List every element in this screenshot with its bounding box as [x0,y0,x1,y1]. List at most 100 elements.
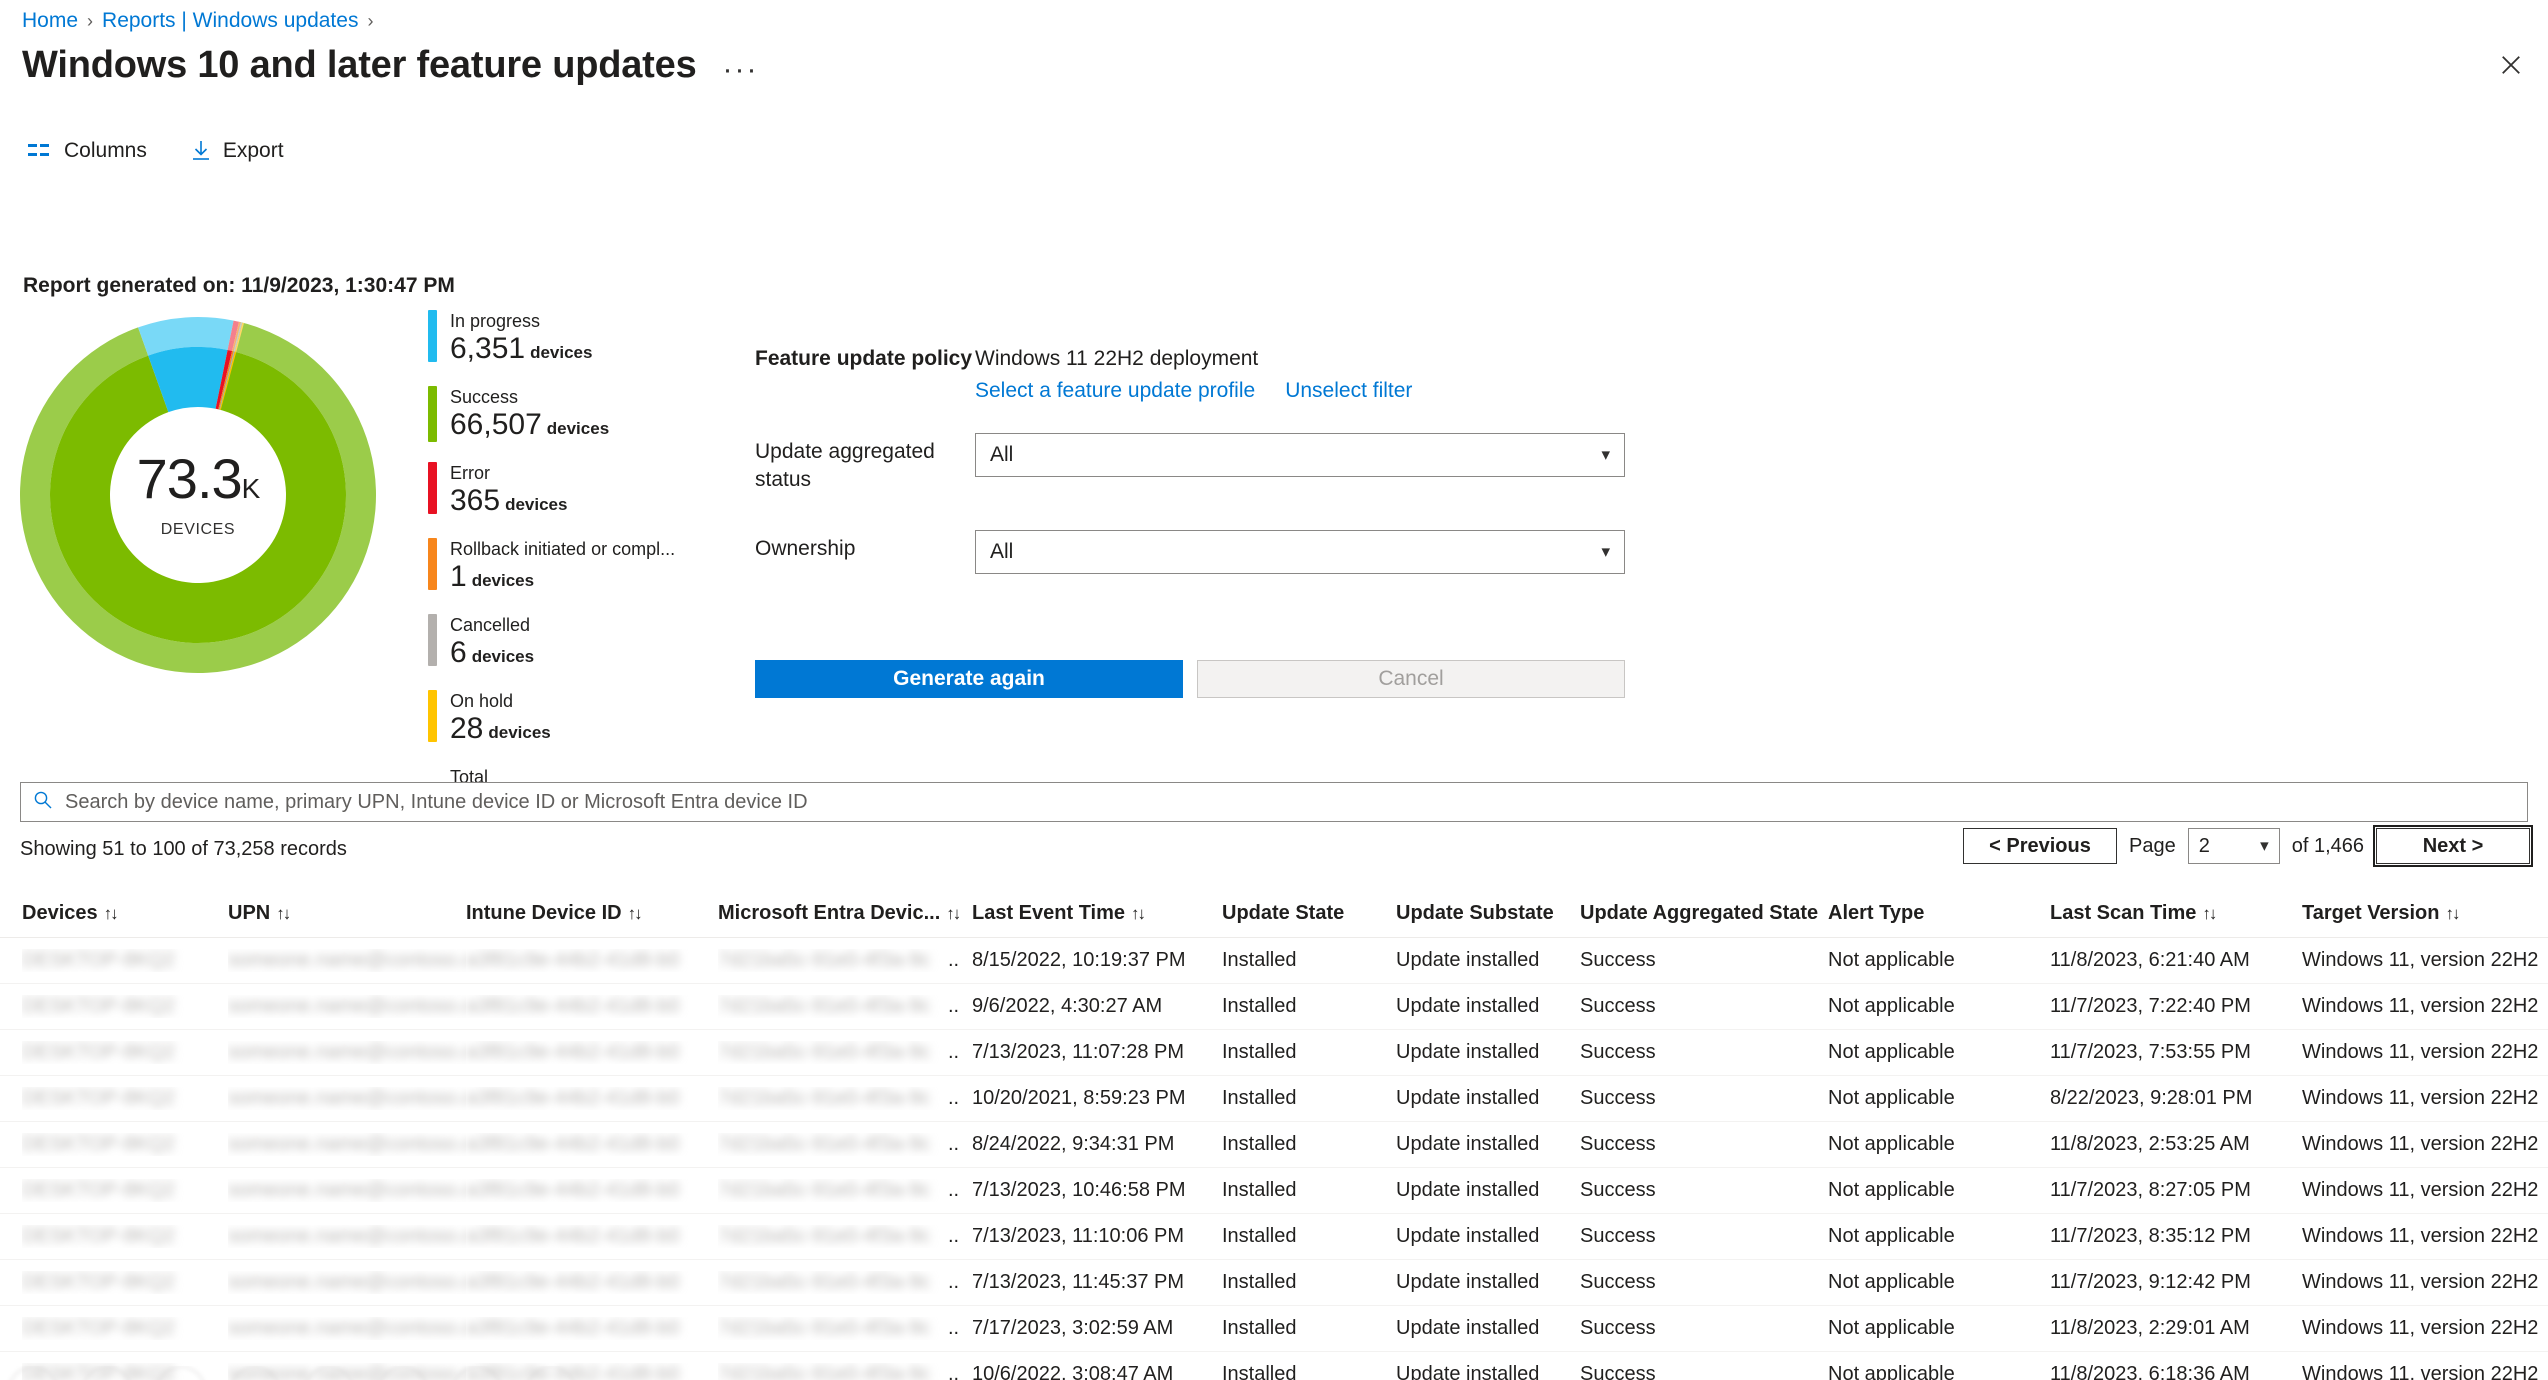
column-header-target-version[interactable]: Target Version ↑↓ [2302,902,2548,925]
cell-truncation-marker: .. [948,1317,960,1339]
device-status-donut-chart: 73.3K DEVICES [18,310,378,680]
cell-update-state: Installed [1222,1179,1297,1201]
search-input[interactable] [63,789,2515,815]
cell-upn: someone.name@contoso.com [228,1317,466,1339]
next-page-button[interactable]: Next > [2373,825,2533,867]
legend-item-in-progress[interactable]: In progress 6,351 devices [428,310,728,370]
cell-target-version: Windows 11, version 22H2 [2302,1179,2539,1201]
table-row[interactable]: DESKTOP-8KQ2 someone.name@contoso.coma3f8… [0,1076,2548,1122]
cell-update-substate: Update installed [1396,1271,1540,1293]
cell-update-state: Installed [1222,1225,1297,1247]
filter-label-policy: Feature update policy [755,347,973,370]
sort-icon: ↑↓ [2445,903,2460,923]
column-header-entra-device-id[interactable]: Microsoft Entra Devic... ↑↓ [718,902,972,925]
close-button[interactable] [2494,48,2528,82]
column-header-devices[interactable]: Devices ↑↓ [22,902,228,925]
taskbar-icon [452,1366,502,1380]
legend-swatch-on-hold [428,690,437,742]
breadcrumb-item-home[interactable]: Home [22,8,78,34]
cell-intune-device-id: a3f81c9e-44b2-41d8-b0 [466,1087,680,1109]
cell-upn: someone.name@contoso.com [228,1133,466,1155]
cell-entra-device-id: 7d21ba5c-91e0-4f3a-9c [718,1087,931,1109]
report-page: Home › Reports | Windows updates › Windo… [0,0,2548,1380]
unselect-filter-link[interactable]: Unselect filter [1285,379,1412,403]
page-number-dropdown[interactable]: 2 ▾ [2187,828,2280,864]
legend-label-error: Error [450,463,490,483]
cell-target-version: Windows 11, version 22H2 [2302,1271,2539,1293]
column-header-intune-device-id[interactable]: Intune Device ID ↑↓ [466,902,718,925]
previous-page-button[interactable]: < Previous [1962,828,2117,864]
cell-target-version: Windows 11, version 22H2 [2302,949,2539,971]
more-options-button[interactable]: ··· [723,50,759,85]
table-row[interactable]: DESKTOP-8KQ2 someone.name@contoso.coma3f8… [0,938,2548,984]
legend-item-cancelled[interactable]: Cancelled 6 devices [428,614,728,674]
cell-update-aggregated-state: Success [1580,949,1656,971]
cell-truncation-marker: .. [948,995,960,1017]
table-row[interactable]: DESKTOP-8KQ2 someone.name@contoso.coma3f8… [0,984,2548,1030]
column-header-last-scan-time[interactable]: Last Scan Time ↑↓ [2050,902,2302,925]
cell-alert-type: Not applicable [1828,1133,1955,1155]
update-aggregated-status-dropdown[interactable]: All ▾ [975,433,1625,477]
cell-intune-device-id: a3f81c9e-44b2-41d8-b0 [466,1133,680,1155]
legend-label-in-progress: In progress [450,311,541,331]
cell-alert-type: Not applicable [1828,1179,1955,1201]
select-feature-update-profile-link[interactable]: Select a feature update profile [975,379,1255,403]
column-header-last-event-time[interactable]: Last Event Time ↑↓ [972,902,1222,925]
cell-last-scan-time: 11/8/2023, 2:53:25 AM [2050,1133,2250,1155]
cell-last-event-time: 7/13/2023, 11:45:37 PM [972,1271,1185,1293]
chart-legend: In progress 6,351 devices Success 66,507 d… [428,310,728,842]
cell-update-state: Installed [1222,949,1297,971]
filter-panel: Feature update policy Windows 11 22H2 de… [755,340,1635,584]
cell-last-scan-time: 11/7/2023, 7:22:40 PM [2050,995,2251,1017]
legend-item-on-hold[interactable]: On hold 28 devices [428,690,728,750]
table-row[interactable]: DESKTOP-8KQ2 someone.name@contoso.coma3f8… [0,1306,2548,1352]
breadcrumb-item-reports[interactable]: Reports | Windows updates [102,8,358,34]
table-row[interactable]: DESKTOP-8KQ2 someone.name@contoso.coma3f8… [0,1214,2548,1260]
cell-last-event-time: 7/13/2023, 10:46:58 PM [972,1179,1186,1201]
legend-item-success[interactable]: Success 66,507 devices [428,386,728,446]
cell-entra-device-id: 7d21ba5c-91e0-4f3a-9c [718,1225,931,1247]
cell-device-name: DESKTOP-8KQ2 [22,995,176,1017]
table-row[interactable]: DESKTOP-8KQ2 someone.name@contoso.coma3f8… [0,1030,2548,1076]
report-generated-timestamp: Report generated on: 11/9/2023, 1:30:47 … [23,274,455,297]
cell-last-event-time: 9/6/2022, 4:30:27 AM [972,995,1163,1017]
cell-last-scan-time: 8/22/2023, 9:28:01 PM [2050,1087,2253,1109]
cell-update-state: Installed [1222,1317,1297,1339]
cell-last-event-time: 7/13/2023, 11:10:06 PM [972,1225,1185,1247]
ownership-dropdown[interactable]: All ▾ [975,530,1625,574]
cell-update-aggregated-state: Success [1580,1225,1656,1247]
chevron-down-icon: ▾ [2260,836,2269,855]
taskbar-sliver [0,1366,2548,1380]
table-row[interactable]: DESKTOP-8KQ2 someone.name@contoso.coma3f8… [0,1122,2548,1168]
pagination-controls: < Previous Page 2 ▾ of 1,466 Next > [1962,825,2533,867]
legend-value-rollback: 1 devices [450,560,535,593]
cell-intune-device-id: a3f81c9e-44b2-41d8-b0 [466,1271,680,1293]
legend-value-in-progress: 6,351 devices [450,332,593,365]
generate-again-button[interactable]: Generate again [755,660,1183,698]
export-button[interactable]: Export [187,135,288,167]
cell-target-version: Windows 11, version 22H2 [2302,1225,2539,1247]
legend-item-error[interactable]: Error 365 devices [428,462,728,522]
cell-intune-device-id: a3f81c9e-44b2-41d8-b0 [466,1041,680,1063]
command-bar: Columns Export [24,135,288,167]
columns-button[interactable]: Columns [24,135,151,167]
cell-last-event-time: 10/20/2021, 8:59:23 PM [972,1087,1186,1109]
column-header-upn[interactable]: UPN ↑↓ [228,902,466,925]
breadcrumb-separator-icon: › [87,11,94,31]
legend-item-rollback[interactable]: Rollback initiated or compl... 1 devices [428,538,728,598]
cell-update-aggregated-state: Success [1580,1317,1656,1339]
cell-alert-type: Not applicable [1828,1041,1955,1063]
table-row[interactable]: DESKTOP-8KQ2 someone.name@contoso.coma3f8… [0,1260,2548,1306]
taskbar-icon [230,1366,280,1380]
search-bar[interactable] [20,782,2528,822]
cell-update-state: Installed [1222,1271,1297,1293]
taskbar-icon [526,1366,576,1380]
filter-value-policy: Windows 11 22H2 deployment [975,347,1259,370]
legend-label-on-hold: On hold [450,691,514,711]
action-buttons: Generate again Cancel [755,660,1625,698]
cell-truncation-marker: .. [948,1179,960,1201]
legend-label-rollback: Rollback initiated or compl... [450,539,676,559]
cell-entra-device-id: 7d21ba5c-91e0-4f3a-9c [718,949,931,971]
cell-last-event-time: 7/17/2023, 3:02:59 AM [972,1317,1174,1339]
table-row[interactable]: DESKTOP-8KQ2 someone.name@contoso.coma3f8… [0,1168,2548,1214]
